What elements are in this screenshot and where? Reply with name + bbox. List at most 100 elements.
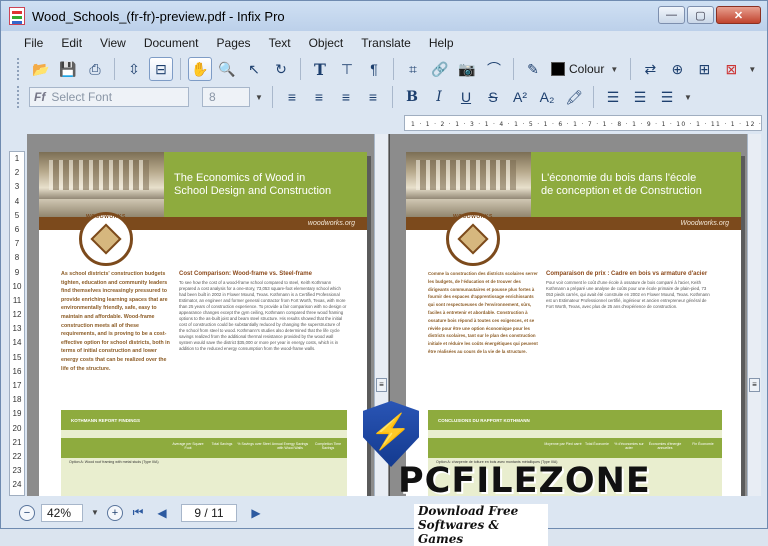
- text-box-icon[interactable]: ⊤: [335, 57, 359, 81]
- align-left-icon[interactable]: ≡: [280, 85, 304, 109]
- bold-icon[interactable]: B: [400, 85, 424, 109]
- ruler-mark: 2: [14, 168, 20, 178]
- subscript-icon[interactable]: A₂: [535, 85, 559, 109]
- title-bar: Wood_Schools_(fr-fr)-preview.pdf - Infix…: [1, 1, 767, 31]
- text-flow-icon[interactable]: ¶: [362, 57, 386, 81]
- text-tool-icon[interactable]: T: [308, 57, 332, 81]
- font-select[interactable]: Ff Select Font: [29, 87, 189, 107]
- minimize-button[interactable]: —: [658, 6, 685, 24]
- app-window: Wood_Schools_(fr-fr)-preview.pdf - Infix…: [0, 0, 768, 546]
- menu-pages[interactable]: Pages: [208, 36, 260, 50]
- page-number-field[interactable]: 9 / 11: [181, 503, 237, 522]
- right-vertical-scrollbar[interactable]: ≡: [747, 134, 761, 496]
- horizontal-ruler: 1 · 1 · 2 · 1 · 3 · 1 · 4 · 1 · 5 · 1 · …: [404, 115, 762, 131]
- left-page: The Economics of Wood in School Design an…: [39, 152, 367, 496]
- menu-view[interactable]: View: [91, 36, 135, 50]
- body-paragraph: To see how the cost of a wood-frame scho…: [179, 280, 347, 351]
- superscript-icon[interactable]: A²: [508, 85, 532, 109]
- table-title: KOTHMANN REPORT FINDINGS: [61, 410, 347, 430]
- strikethrough-icon[interactable]: S: [481, 85, 505, 109]
- menu-translate[interactable]: Translate: [352, 36, 420, 50]
- justify-icon[interactable]: ≡: [361, 85, 385, 109]
- menu-text[interactable]: Text: [260, 36, 300, 50]
- crop-icon[interactable]: ⌗: [401, 57, 425, 81]
- first-page-icon[interactable]: ⏮: [129, 505, 147, 520]
- format-toolbar: Ff Select Font 8 ▼ ≡ ≡ ≡ ≡ B I U S A² A₂…: [17, 83, 694, 111]
- page-title: The Economics of Wood in School Design an…: [164, 152, 367, 217]
- chevron-down-icon[interactable]: ▼: [253, 87, 265, 107]
- app-icon: [9, 7, 25, 25]
- paragraph-spacing-icon[interactable]: ☰: [628, 85, 652, 109]
- page-insert-icon[interactable]: ⊞: [692, 57, 716, 81]
- print-icon[interactable]: ⎙: [83, 57, 107, 81]
- font-size-value: 8: [209, 90, 216, 104]
- table-col: Moyenne par Pied carré: [544, 442, 582, 446]
- ruler-mark: 6: [14, 224, 20, 234]
- shield-icon: ⚡: [363, 401, 419, 467]
- ruler-mark: 3: [14, 182, 20, 192]
- next-page-icon[interactable]: ▶: [247, 506, 265, 520]
- rotate-icon[interactable]: ↻: [269, 57, 293, 81]
- ruler-mark: 21: [12, 437, 22, 447]
- eyedropper-icon[interactable]: ✎: [521, 57, 545, 81]
- shape-icon[interactable]: ⌒: [482, 57, 506, 81]
- close-button[interactable]: ✕: [716, 6, 761, 24]
- toolbar-grip[interactable]: [17, 86, 22, 108]
- page-number-value: 9 / 11: [194, 505, 224, 520]
- page-replace-icon[interactable]: ⇄: [638, 57, 662, 81]
- chevron-down-icon[interactable]: ▼: [746, 59, 758, 79]
- ruler-mark: 7: [14, 239, 20, 249]
- line-spacing-icon[interactable]: ☰: [601, 85, 625, 109]
- chevron-down-icon[interactable]: ▼: [89, 503, 101, 523]
- ruler-mark: 10: [12, 281, 22, 291]
- image-icon[interactable]: 📷: [455, 57, 479, 81]
- zoom-in-icon[interactable]: +: [107, 504, 123, 521]
- font-size-field[interactable]: 8: [202, 87, 250, 107]
- ruler-mark: 1: [14, 154, 20, 163]
- menu-object[interactable]: Object: [300, 36, 353, 50]
- zoom-out-icon[interactable]: −: [19, 504, 35, 521]
- menu-file[interactable]: File: [15, 36, 52, 50]
- window-title: Wood_Schools_(fr-fr)-preview.pdf - Infix…: [32, 8, 285, 24]
- ruler-mark: 19: [12, 409, 22, 419]
- zoom-value: 42%: [47, 505, 72, 520]
- table-col: Total Économie: [585, 442, 609, 446]
- maximize-button[interactable]: ▢: [687, 6, 714, 24]
- highlight-icon[interactable]: 🖍: [562, 85, 586, 109]
- align-center-icon[interactable]: ≡: [307, 85, 331, 109]
- chevron-down-icon[interactable]: ▼: [682, 87, 694, 107]
- menu-edit[interactable]: Edit: [52, 36, 91, 50]
- watermark-subtitle: Download Free Softwares & Games: [414, 504, 548, 546]
- school-photo: [39, 152, 164, 217]
- save-icon[interactable]: 💾: [56, 57, 80, 81]
- scroll-thumb[interactable]: ≡: [376, 378, 387, 392]
- select-arrow-icon[interactable]: ↖: [242, 57, 266, 81]
- zoom-tool-icon[interactable]: 🔍: [215, 57, 239, 81]
- ruler-mark: 23: [12, 466, 22, 476]
- page-add-icon[interactable]: ⊕: [665, 57, 689, 81]
- ruler-mark: 20: [12, 423, 22, 433]
- ruler-mark: 16: [12, 366, 22, 376]
- fit-width-icon[interactable]: ⊟: [149, 57, 173, 81]
- toolbar-grip[interactable]: [17, 58, 22, 80]
- menu-help[interactable]: Help: [420, 36, 463, 50]
- zoom-field[interactable]: 42%: [41, 503, 83, 522]
- align-right-icon[interactable]: ≡: [334, 85, 358, 109]
- ruler-mark: 18: [12, 395, 22, 405]
- scroll-thumb[interactable]: ≡: [749, 378, 760, 392]
- fit-page-icon[interactable]: ⇳: [122, 57, 146, 81]
- link-icon[interactable]: 🔗: [428, 57, 452, 81]
- underline-icon[interactable]: U: [454, 85, 478, 109]
- hand-tool-icon[interactable]: ✋: [188, 57, 212, 81]
- chevron-down-icon[interactable]: ▼: [608, 59, 620, 79]
- page-delete-icon[interactable]: ⊠: [719, 57, 743, 81]
- open-icon[interactable]: 📂: [29, 57, 53, 81]
- indent-icon[interactable]: ☰: [655, 85, 679, 109]
- ruler-mark: 11: [12, 295, 22, 305]
- menu-document[interactable]: Document: [135, 36, 208, 50]
- colour-button[interactable]: Colour ▼: [548, 59, 623, 79]
- colour-swatch: [551, 62, 565, 76]
- table-col: Fin Économie: [692, 442, 714, 446]
- italic-icon[interactable]: I: [427, 85, 451, 109]
- previous-page-icon[interactable]: ◀: [153, 506, 171, 520]
